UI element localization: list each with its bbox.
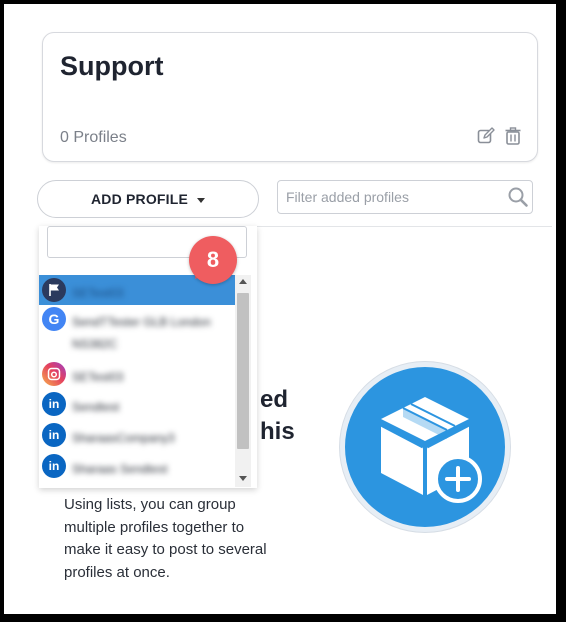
list-title: Support [60,51,164,81]
instagram-icon [47,367,61,381]
box-add-icon [380,397,482,503]
profile-list: SETest03 G SendTTester GLB London NS382C [39,275,235,487]
flag-avatar [42,278,66,302]
profile-name: Sendtest [72,400,120,414]
profile-name: SETest03 [72,286,124,300]
scroll-down-icon[interactable] [239,476,247,481]
profile-name: SETest03 [72,370,124,384]
linkedin-avatar: in [42,392,66,416]
add-profile-button[interactable]: ADD PROFILE [37,180,259,218]
profile-item[interactable]: in SharaasCompany3 [39,420,235,450]
profile-item[interactable]: in Sharaas Sendtest [39,451,235,481]
edit-icon[interactable] [476,126,496,146]
linkedin-avatar: in [42,454,66,478]
empty-state-heading: ed his [260,384,295,448]
profile-name: Sharaas Sendtest [72,462,168,476]
search-icon[interactable] [507,186,529,208]
linkedin-avatar: in [42,423,66,447]
google-icon: G [48,311,60,327]
list-card: Support 0 Profiles [42,32,538,162]
profile-name: SharaasCompany3 [72,431,175,445]
filter-box [277,180,533,214]
trash-icon[interactable] [503,126,523,146]
list-panel: Support 0 Profiles ADD PROFILE Filter ad… [12,12,552,612]
empty-state-heading-line2: his [260,418,295,445]
profile-item[interactable]: G SendTTester GLB London NS382C [39,307,235,359]
profile-name: SendTTester GLB London NS382C [72,315,211,351]
profile-item[interactable]: in Sendtest [39,389,235,419]
filter-profiles-input[interactable] [286,181,498,213]
scroll-thumb[interactable] [237,293,249,449]
flag-icon [49,284,59,296]
linkedin-icon: in [48,459,60,473]
profile-item[interactable]: SETest03 [39,359,235,389]
empty-state-heading-line1: ed [260,386,289,413]
screenshot-frame: Support 0 Profiles ADD PROFILE Filter ad… [0,0,566,622]
caret-down-icon [197,197,206,203]
hero-illustration [340,362,510,532]
linkedin-icon: in [48,397,60,411]
instagram-avatar [42,362,66,386]
dropdown-scrollbar[interactable] [235,275,251,487]
linkedin-icon: in [48,428,60,442]
step-badge: 8 [189,236,237,284]
add-profile-label: ADD PROFILE [90,191,189,207]
google-avatar: G [42,307,66,331]
profiles-count: 0 Profiles [60,129,127,146]
scroll-up-icon[interactable] [239,279,247,284]
empty-state-description: Using lists, you can group multiple prof… [64,496,267,581]
